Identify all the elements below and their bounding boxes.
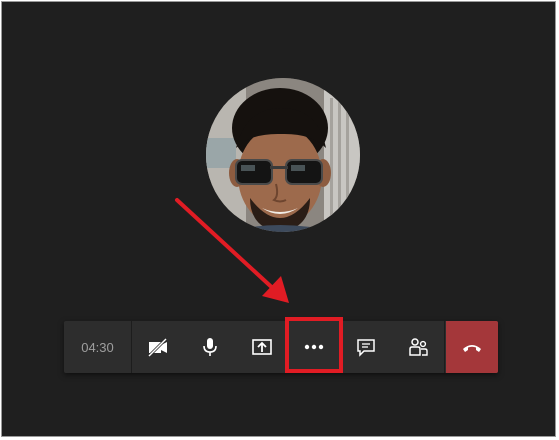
more-options-button[interactable] (285, 317, 343, 373)
highlight-box (285, 317, 343, 373)
meeting-stage: 04:30 (1, 1, 556, 437)
participants-icon (409, 338, 428, 356)
arrow-head (262, 276, 289, 303)
microphone-button[interactable] (184, 321, 236, 373)
share-screen-button[interactable] (236, 321, 288, 373)
call-toolbar: 04:30 (64, 317, 498, 373)
participants-button[interactable] (392, 321, 444, 373)
participant-photo (206, 78, 360, 232)
toolbar-separator (444, 321, 445, 373)
microphone-icon (203, 338, 217, 356)
chat-button[interactable] (340, 321, 392, 373)
hang-up-icon (463, 345, 481, 352)
hang-up-button[interactable] (446, 321, 498, 373)
call-timer: 04:30 (64, 321, 132, 373)
camera-toggle-button[interactable] (132, 321, 184, 373)
share-screen-icon (252, 339, 272, 355)
chat-icon (357, 339, 375, 357)
avatar (206, 78, 360, 232)
video-off-icon (147, 337, 168, 358)
